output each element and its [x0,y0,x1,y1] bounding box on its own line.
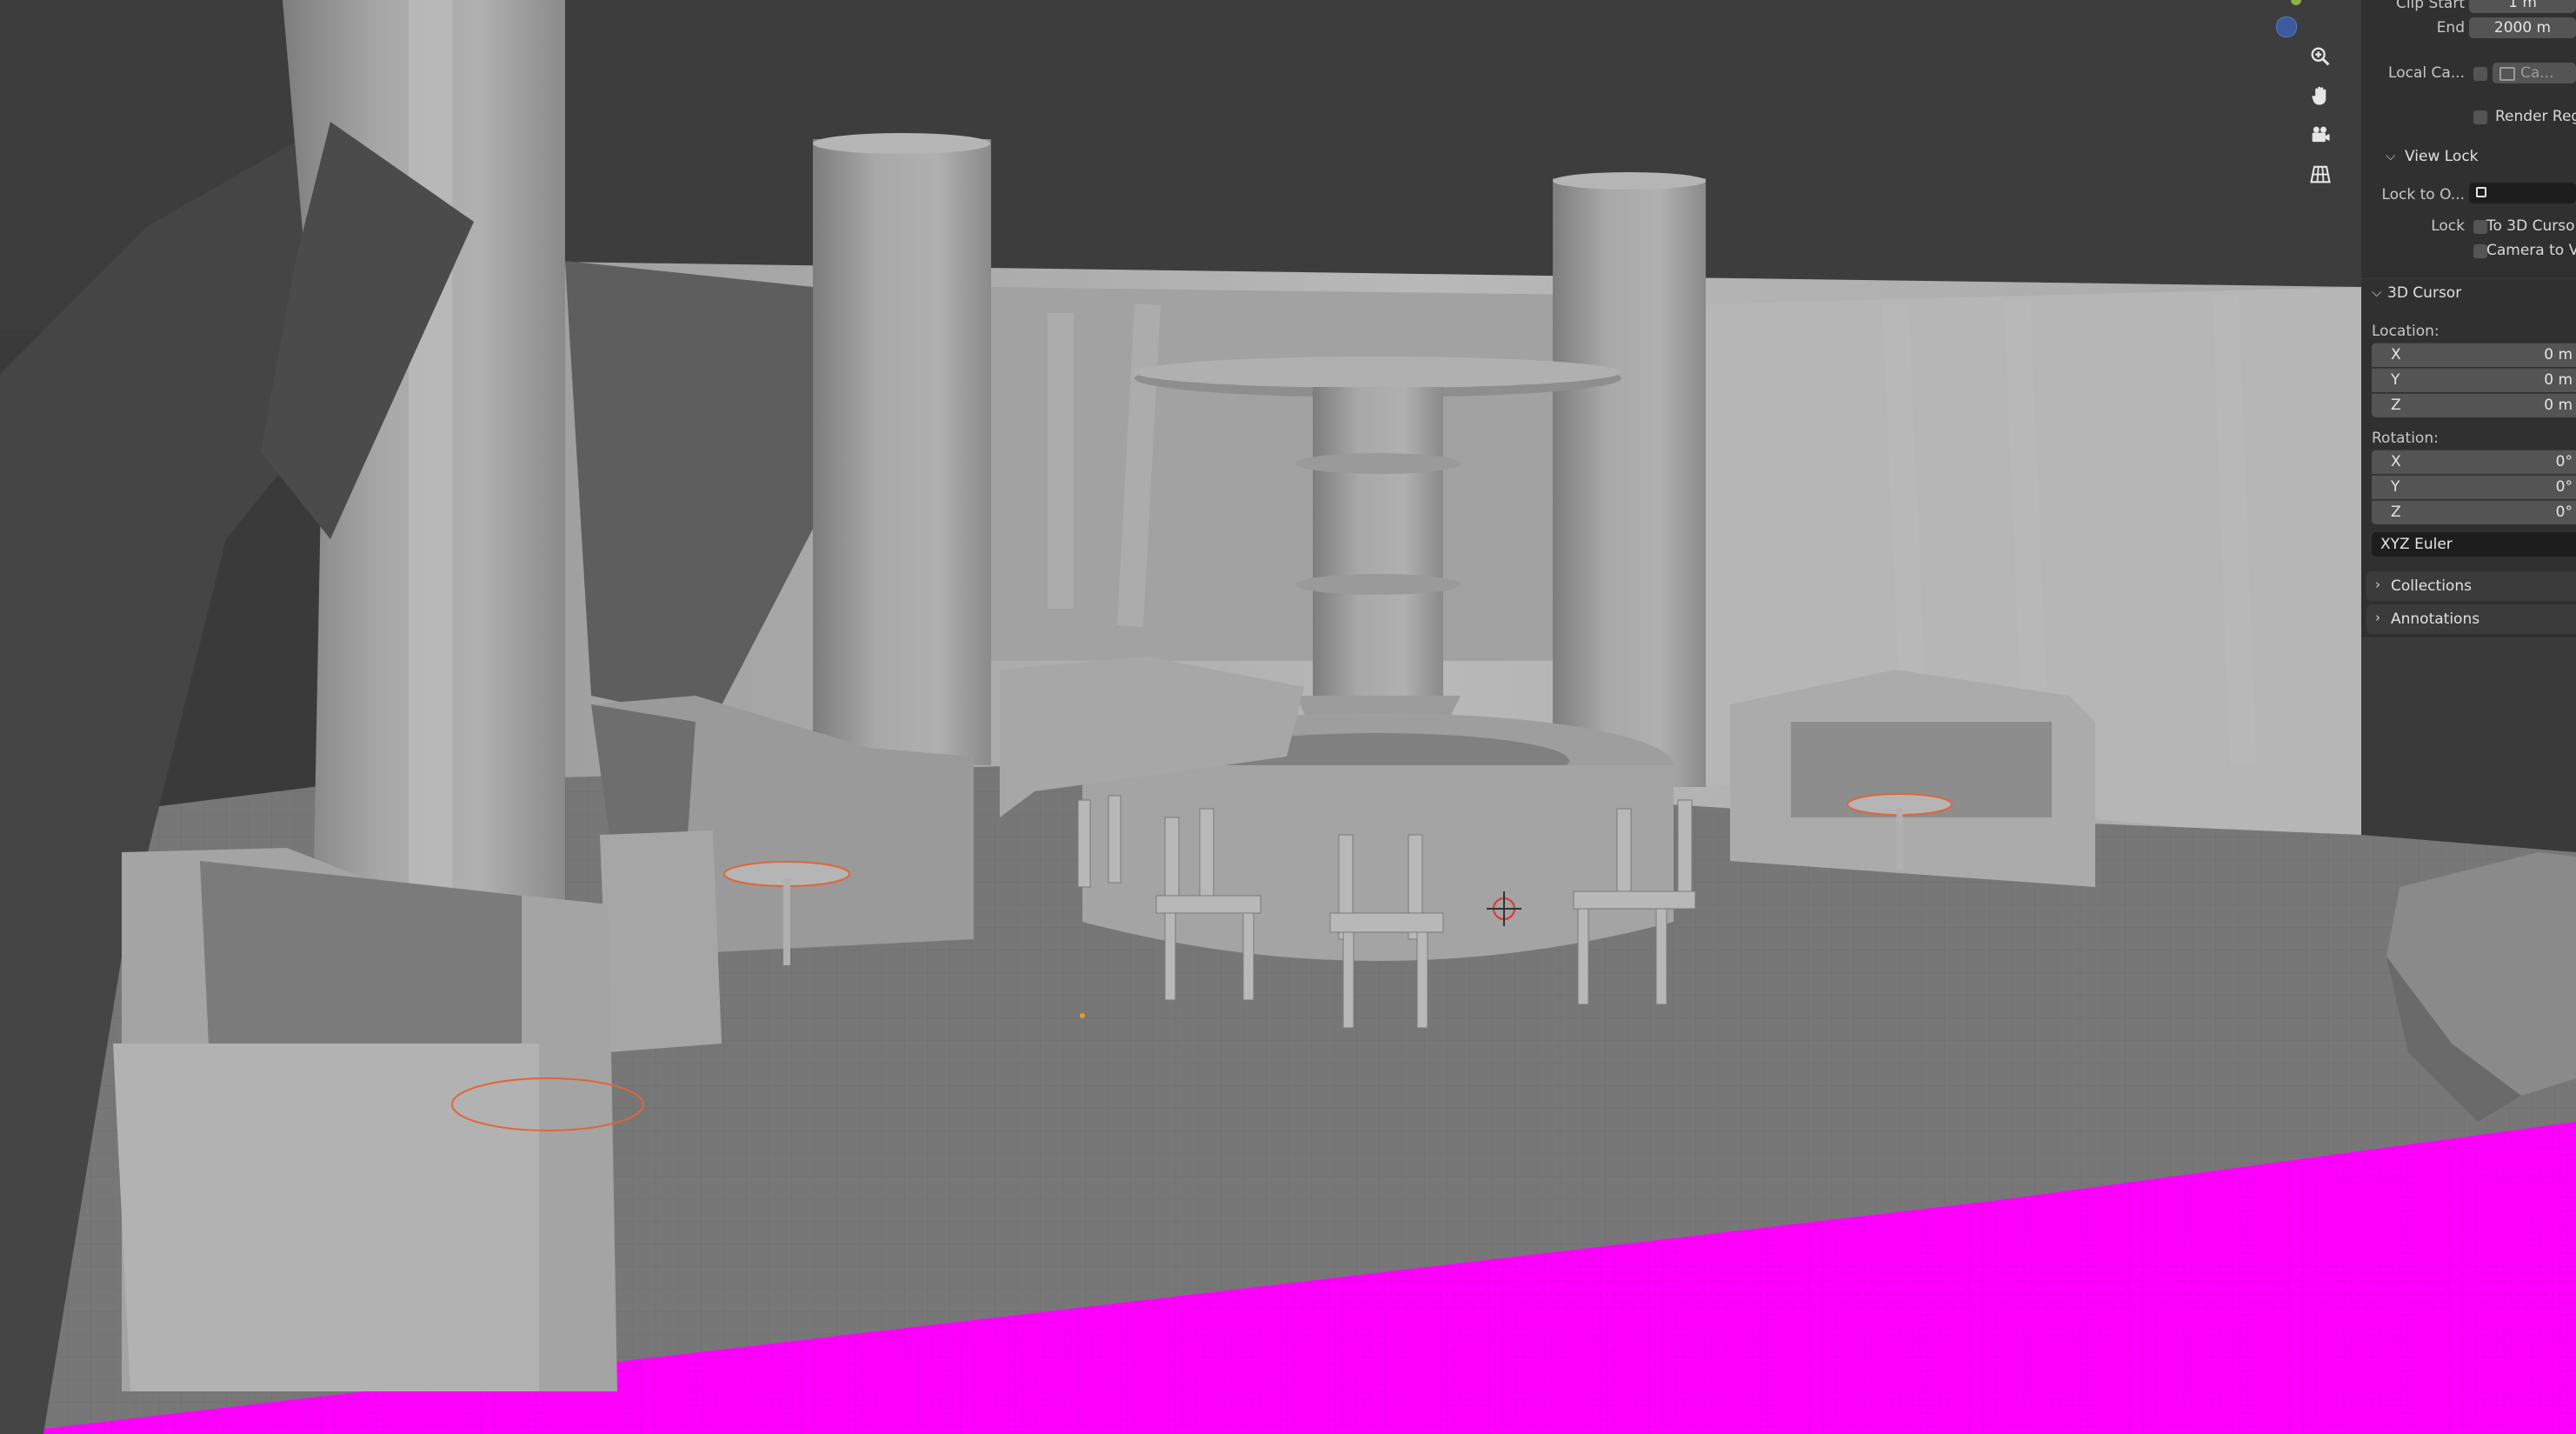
rotation-z-field[interactable]: Z 0° [2372,500,2576,524]
axis-label: X [2391,346,2401,364]
chevron-down-icon: ⌵ [2386,148,2396,163]
lock-label: Lock [2431,217,2465,235]
camera-to-view-label: Camera to V... [2486,242,2576,259]
lock-to-3d-cursor-label: To 3D Cursor [2486,217,2576,235]
axis-value: 0 m [2544,397,2573,414]
axis-value: 0° [2555,453,2573,470]
axis-label: Z [2391,504,2401,521]
view-lock-title: View Lock [2405,148,2479,165]
zoom-icon[interactable] [2305,41,2336,72]
axis-value: 0° [2555,504,2573,521]
render-region-label: Render Regi... [2495,108,2576,125]
grid-icon[interactable] [2305,158,2336,190]
location-y-field[interactable]: Y 0 m [2372,368,2576,392]
local-camera-value: Ca... [2520,64,2554,82]
axis-value: 0° [2555,478,2573,496]
location-x-field[interactable]: X 0 m [2372,343,2576,367]
local-camera-label: Local Ca... [2388,64,2465,82]
axis-value: 0 m [2544,346,2573,364]
local-camera-checkbox[interactable] [2473,67,2487,81]
clip-start-label: Clip Start [2395,0,2465,12]
rotation-mode-dropdown[interactable]: XYZ Euler [2372,532,2576,557]
hand-pan-icon[interactable] [2305,80,2336,111]
clip-start-field[interactable]: 1 m [2469,0,2576,13]
location-z-field[interactable]: Z 0 m [2372,393,2576,417]
chevron-right-icon: › [2375,610,2380,625]
lock-to-object-label: Lock to O... [2381,186,2465,203]
collections-title: Collections [2391,577,2472,595]
location-label: Location: [2372,323,2440,340]
axis-label: X [2391,453,2401,470]
rotation-label: Rotation: [2372,430,2439,447]
3d-viewport[interactable] [0,0,2576,1434]
lock-to-3d-cursor-checkbox[interactable] [2473,220,2487,234]
chevron-right-icon: › [2375,577,2380,592]
gizmo-axis-dot[interactable] [2276,17,2297,37]
3d-cursor-title: 3D Cursor [2387,284,2462,302]
camera-icon[interactable] [2305,119,2336,150]
annotations-title: Annotations [2391,610,2480,628]
lock-to-object-field[interactable] [2469,183,2576,203]
view-lock-header[interactable]: ⌵ View Lock [2361,143,2576,172]
object-icon [2476,187,2486,197]
sidebar-panel: Clip Start 1 m End 2000 m Local Ca... Ca… [2361,0,2576,637]
scene-render [0,0,2576,1434]
rotation-x-field[interactable]: X 0° [2372,450,2576,474]
axis-label: Y [2391,371,2400,389]
camera-object-icon [2499,67,2515,81]
render-region-checkbox[interactable] [2473,110,2487,124]
local-camera-field[interactable]: Ca... [2493,63,2576,83]
rotation-y-field[interactable]: Y 0° [2372,475,2576,499]
collections-header[interactable]: › Collections [2366,571,2576,601]
clip-end-label: End [2436,19,2465,37]
axis-value: 0 m [2544,371,2573,389]
clip-end-field[interactable]: 2000 m [2469,17,2576,38]
chevron-down-icon: ⌵ [2372,284,2382,300]
axis-label: Y [2391,478,2400,496]
axis-label: Z [2391,397,2401,414]
annotations-header[interactable]: › Annotations [2366,604,2576,634]
3d-cursor-header[interactable]: ⌵ 3D Cursor [2361,278,2576,309]
camera-to-view-checkbox[interactable] [2473,244,2487,258]
